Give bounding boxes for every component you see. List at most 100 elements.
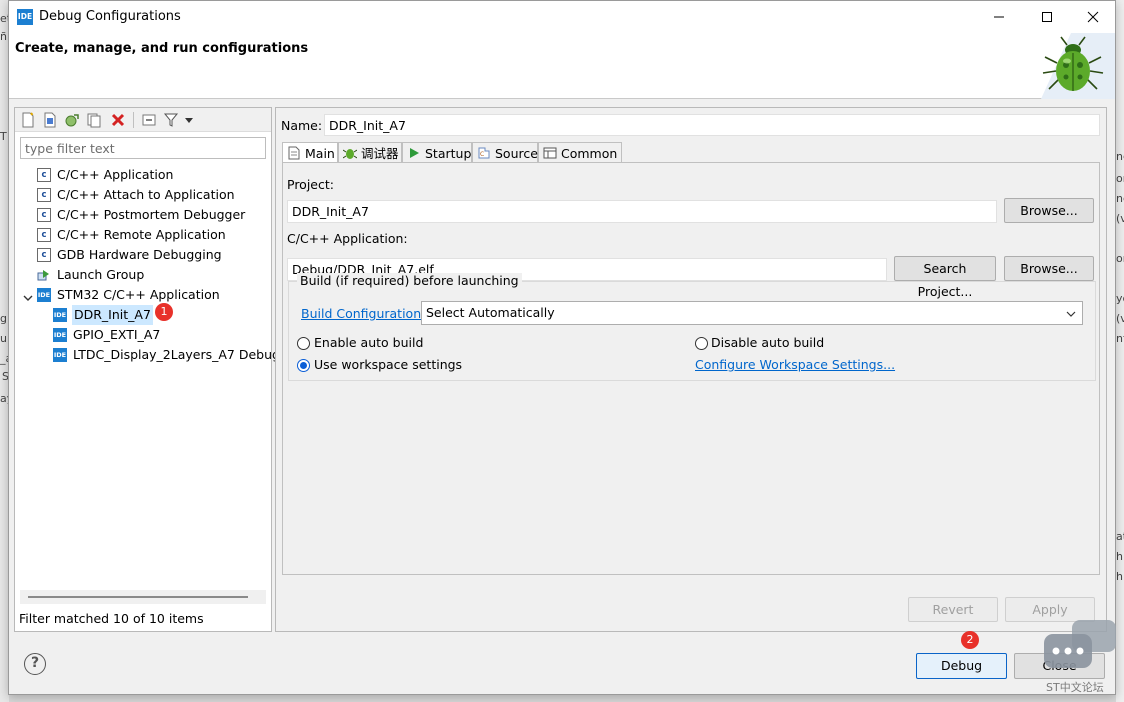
horizontal-scrollbar[interactable] — [20, 590, 266, 604]
new-prototype-icon[interactable] — [42, 112, 58, 128]
maximize-button[interactable] — [1024, 1, 1070, 33]
background-fragment: yc — [1116, 292, 1124, 305]
debug-button[interactable]: Debug — [916, 653, 1007, 679]
tab-label: Startup — [425, 146, 472, 161]
toolbar-separator — [133, 112, 134, 128]
tree-item-label: LTDC_Display_2Layers_A7 Debug — [73, 347, 280, 362]
filter-input[interactable] — [20, 137, 266, 159]
tree-item-gdb-hardware[interactable]: c GDB Hardware Debugging — [37, 245, 267, 265]
ide-icon: IDE — [53, 308, 67, 322]
maximize-icon — [1042, 12, 1052, 22]
disable-auto-build-radio[interactable] — [695, 337, 708, 350]
view-menu-icon[interactable] — [181, 112, 197, 128]
background-fragment: (v — [1116, 312, 1124, 325]
configuration-tree-panel: c C/C++ Application c C/C++ Attach to Ap… — [14, 107, 280, 632]
search-project-button[interactable]: Search Project... — [894, 256, 996, 299]
tree-item-c-cpp-postmortem[interactable]: c C/C++ Postmortem Debugger — [37, 205, 267, 225]
duplicate-configuration-icon[interactable] — [86, 112, 102, 128]
main-tab-content: Project: Browse... C/C++ Application: Se… — [282, 162, 1100, 575]
tab-label: Main — [305, 146, 335, 161]
tree-item-launch-group[interactable]: Launch Group — [37, 265, 267, 285]
c-launch-icon: c — [37, 248, 51, 262]
tree-toolbar — [15, 108, 271, 132]
revert-button[interactable]: Revert — [908, 597, 998, 622]
tree-item-stm32-application[interactable]: IDE STM32 C/C++ Application — [37, 285, 267, 305]
watermark-text: ST中文论坛 — [1046, 681, 1104, 694]
tab-label: 调试器 — [361, 146, 399, 161]
minimize-icon — [994, 16, 1004, 18]
chevron-down-icon — [1066, 311, 1076, 317]
annotation-badge: 2 — [961, 631, 979, 649]
tree-item-ddr-init-a7[interactable]: IDE DDR_Init_A7 — [53, 305, 153, 325]
scrollbar-thumb[interactable] — [28, 596, 248, 598]
tree-item-label: Launch Group — [57, 267, 145, 282]
tree-item-label: C/C++ Attach to Application — [57, 187, 235, 202]
background-fragment: g — [0, 312, 7, 325]
background-fragment: nt — [1116, 332, 1124, 345]
browse-application-button[interactable]: Browse... — [1004, 256, 1094, 281]
ide-icon: IDE — [17, 9, 33, 25]
tab-debugger[interactable]: 调试器 — [338, 142, 402, 163]
background-fragment: hi — [1116, 570, 1124, 583]
browse-project-button[interactable]: Browse... — [1004, 198, 1094, 223]
tree-item-label: C/C++ Application — [57, 167, 174, 182]
project-label: Project: — [287, 177, 334, 192]
chat-bubble-icon — [1044, 620, 1116, 668]
background-fragment: hi — [1116, 550, 1124, 563]
name-label: Name: — [281, 118, 323, 133]
c-launch-icon: c — [37, 188, 51, 202]
tree-item-c-cpp-remote[interactable]: c C/C++ Remote Application — [37, 225, 267, 245]
background-fragment: or — [1116, 252, 1124, 265]
background-fragment: nd — [1116, 192, 1124, 205]
source-tab-icon: C — [478, 147, 490, 159]
use-workspace-settings-radio[interactable] — [297, 359, 310, 372]
delete-configuration-icon[interactable] — [110, 112, 126, 128]
background-fragment: nc — [1116, 150, 1124, 163]
tab-startup[interactable]: Startup — [402, 142, 472, 163]
background-fragment: or — [1116, 172, 1124, 185]
tree-item-c-cpp-attach[interactable]: c C/C++ Attach to Application — [37, 185, 267, 205]
title-bar[interactable]: IDE Debug Configurations — [9, 1, 1115, 33]
debug-configurations-dialog: IDE Debug Configurations Create, manage,… — [8, 0, 1116, 695]
tree-item-gpio-exti-a7[interactable]: IDE GPIO_EXTI_A7 — [53, 325, 263, 345]
use-workspace-settings-label: Use workspace settings — [314, 357, 463, 372]
window-title: Debug Configurations — [39, 9, 181, 24]
ide-icon: IDE — [53, 348, 67, 362]
ide-icon: IDE — [37, 288, 51, 302]
name-input[interactable] — [324, 114, 1100, 136]
help-icon[interactable]: ? — [24, 653, 46, 675]
collapse-all-icon[interactable] — [141, 112, 157, 128]
close-window-button[interactable] — [1070, 1, 1115, 33]
tree-item-ltdc-display[interactable]: IDE LTDC_Display_2Layers_A7 Debug — [53, 345, 280, 365]
chevron-down-icon[interactable] — [22, 292, 34, 304]
svg-text:C: C — [480, 151, 484, 158]
filter-status: Filter matched 10 of 10 items — [19, 611, 204, 626]
project-input[interactable] — [287, 200, 997, 223]
enable-auto-build-radio[interactable] — [297, 337, 310, 350]
configure-workspace-settings-link[interactable]: Configure Workspace Settings... — [695, 357, 895, 372]
tree-item-label: GPIO_EXTI_A7 — [73, 327, 161, 342]
export-configuration-icon[interactable] — [64, 112, 80, 128]
new-configuration-icon[interactable] — [20, 112, 36, 128]
tree-item-c-cpp-application[interactable]: c C/C++ Application — [37, 165, 267, 185]
tab-common[interactable]: Common — [538, 142, 622, 163]
background-fragment: ñ — [0, 30, 7, 43]
filter-icon[interactable] — [163, 112, 179, 128]
dialog-header: Create, manage, and run configurations — [9, 33, 1115, 99]
tab-main[interactable]: Main — [282, 142, 338, 164]
build-group-title: Build (if required) before launching — [297, 273, 522, 288]
application-label: C/C++ Application: — [287, 231, 408, 246]
build-group: Build (if required) before launching Bui… — [288, 273, 1096, 381]
disable-auto-build-label: Disable auto build — [711, 335, 825, 350]
tab-source[interactable]: C Source — [472, 142, 538, 163]
build-configuration-select[interactable]: Select Automatically — [421, 301, 1083, 325]
minimize-button[interactable] — [976, 1, 1022, 33]
close-icon — [1087, 11, 1099, 23]
c-launch-icon: c — [37, 208, 51, 222]
build-configuration-link[interactable]: Build Configuration: — [301, 306, 425, 321]
header-title: Create, manage, and run configurations — [15, 41, 309, 56]
tree-item-label: STM32 C/C++ Application — [57, 287, 220, 302]
tree-item-label: C/C++ Remote Application — [57, 227, 226, 242]
tree-item-label: GDB Hardware Debugging — [57, 247, 222, 262]
c-launch-icon: c — [37, 228, 51, 242]
